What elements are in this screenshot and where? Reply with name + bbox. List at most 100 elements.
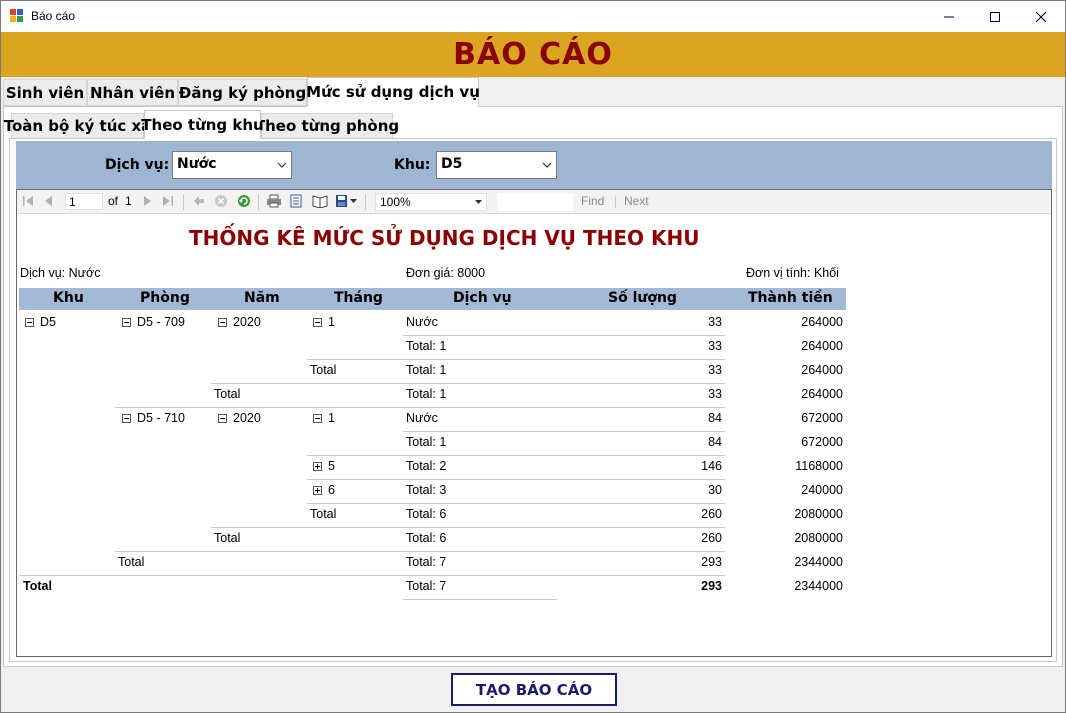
row-separator: [115, 551, 725, 552]
table-cell[interactable]: 6: [313, 483, 335, 497]
chevron-down-icon: [277, 162, 287, 168]
area-select-value: D5: [441, 156, 463, 172]
find-button[interactable]: Find: [581, 194, 604, 208]
collapse-toggle-icon[interactable]: [313, 414, 322, 423]
table-cell: 240000: [801, 483, 843, 497]
report-title: THỐNG KÊ MỨC SỬ DỤNG DỊCH VỤ THEO KHU: [189, 226, 700, 250]
collapse-toggle-icon[interactable]: [313, 318, 322, 327]
zoom-value: 100%: [380, 195, 411, 209]
table-cell: Total: [310, 363, 337, 377]
row-separator: [307, 503, 725, 504]
maximize-button[interactable]: [972, 1, 1018, 32]
table-cell: Total: [310, 507, 337, 521]
tab-muc-su-dung-dich-vu[interactable]: Mức sử dụng dịch vụ: [306, 77, 480, 107]
expand-toggle-icon[interactable]: [313, 462, 322, 471]
table-cell: Nước: [406, 411, 438, 425]
table-cell: 30: [708, 483, 722, 497]
column-header: Khu: [53, 290, 84, 306]
row-separator: [307, 455, 725, 456]
table-cell: Total: 2: [406, 459, 447, 473]
close-button[interactable]: [1018, 1, 1064, 32]
banner-title: BÁO CÁO: [453, 37, 613, 72]
service-select[interactable]: Nước: [172, 151, 292, 179]
table-cell: Total: [214, 387, 241, 401]
page-setup-icon[interactable]: [312, 194, 328, 208]
tab-sinh-vien[interactable]: Sinh viên: [3, 79, 87, 106]
print-layout-icon[interactable]: [289, 194, 303, 208]
toolbar-separator: [365, 194, 366, 210]
area-select[interactable]: D5: [436, 151, 557, 179]
table-cell[interactable]: 2020: [218, 411, 261, 425]
tab-theo-tung-phong[interactable]: Theo từng phòng: [255, 113, 399, 139]
close-icon: [1035, 11, 1047, 22]
tab-toan-bo-ky-tuc-xa[interactable]: Toàn bộ ký túc xá: [4, 113, 151, 139]
toolbar-separator: [183, 194, 184, 210]
table-cell: 33: [708, 315, 722, 329]
total-pages: 1: [125, 194, 132, 208]
table-cell: 2080000: [794, 507, 843, 521]
row-separator: [403, 599, 557, 600]
table-cell[interactable]: D5 - 710: [122, 411, 185, 425]
column-header: Tháng: [334, 290, 383, 306]
table-cell[interactable]: 1: [313, 315, 335, 329]
export-icon[interactable]: [335, 194, 349, 208]
table-cell: 33: [708, 363, 722, 377]
table-cell: 33: [708, 387, 722, 401]
row-separator: [115, 407, 725, 408]
column-header: Dịch vụ: [453, 290, 512, 306]
minimize-icon: [944, 16, 954, 17]
table-cell[interactable]: D5: [25, 315, 56, 329]
table-cell[interactable]: 5: [313, 459, 335, 473]
find-input[interactable]: [497, 193, 573, 211]
table-cell: Total: [118, 555, 145, 569]
tab-theo-tung-khu[interactable]: Theo từng khu: [141, 110, 264, 139]
last-page-icon[interactable]: [161, 194, 175, 208]
previous-page-icon[interactable]: [42, 194, 56, 208]
table-cell: Total: 1: [406, 387, 447, 401]
tab-dang-ky-phong[interactable]: Đăng ký phòng: [178, 79, 307, 106]
report-viewer: 1 of 1 100% Find | Next THỐNG KÊ MỨC SỬ …: [16, 189, 1052, 657]
service-select-value: Nước: [177, 156, 217, 172]
export-dropdown-icon[interactable]: [350, 199, 357, 204]
table-cell: Total: 7: [406, 555, 447, 569]
collapse-toggle-icon[interactable]: [122, 318, 131, 327]
create-report-button[interactable]: TẠO BÁO CÁO: [451, 673, 617, 706]
zoom-select[interactable]: 100%: [375, 193, 487, 211]
first-page-icon[interactable]: [21, 194, 35, 208]
filter-bar: Dịch vụ: Nước Khu: D5: [16, 141, 1052, 189]
app-window: Báo cáo BÁO CÁO Sinh viên Nhân viên Đăng…: [0, 0, 1066, 713]
report-toolbar: 1 of 1 100% Find | Next: [17, 190, 1051, 214]
collapse-toggle-icon[interactable]: [122, 414, 131, 423]
collapse-toggle-icon[interactable]: [218, 414, 227, 423]
table-cell: 264000: [801, 387, 843, 401]
row-separator: [403, 431, 725, 432]
column-header: Thành tiền: [748, 290, 833, 306]
table-cell: Total: [214, 531, 241, 545]
collapse-toggle-icon[interactable]: [218, 318, 227, 327]
next-page-icon[interactable]: [140, 194, 154, 208]
table-cell: 672000: [801, 411, 843, 425]
next-button[interactable]: Next: [624, 194, 649, 208]
collapse-toggle-icon[interactable]: [25, 318, 34, 327]
expand-toggle-icon[interactable]: [313, 486, 322, 495]
toolbar-divider: |: [614, 194, 618, 208]
refresh-icon[interactable]: [237, 194, 251, 208]
table-cell: 264000: [801, 339, 843, 353]
table-cell[interactable]: D5 - 709: [122, 315, 185, 329]
title-bar: Báo cáo: [1, 1, 1065, 32]
table-cell[interactable]: 2020: [218, 315, 261, 329]
table-cell[interactable]: 1: [313, 411, 335, 425]
chevron-down-icon: [542, 162, 552, 168]
minimize-button[interactable]: [926, 1, 972, 32]
table-cell: Total: 6: [406, 531, 447, 545]
row-separator: [307, 479, 725, 480]
back-icon[interactable]: [192, 194, 206, 208]
table-cell: 1168000: [795, 459, 843, 473]
unit-price: Đơn giá: 8000: [406, 266, 486, 280]
print-icon[interactable]: [266, 194, 282, 208]
tab-nhan-vien[interactable]: Nhân viên: [87, 79, 178, 106]
column-header: Năm: [244, 290, 280, 306]
page-number-input[interactable]: 1: [65, 193, 103, 210]
row-separator: [307, 359, 725, 360]
stop-icon[interactable]: [214, 194, 228, 208]
